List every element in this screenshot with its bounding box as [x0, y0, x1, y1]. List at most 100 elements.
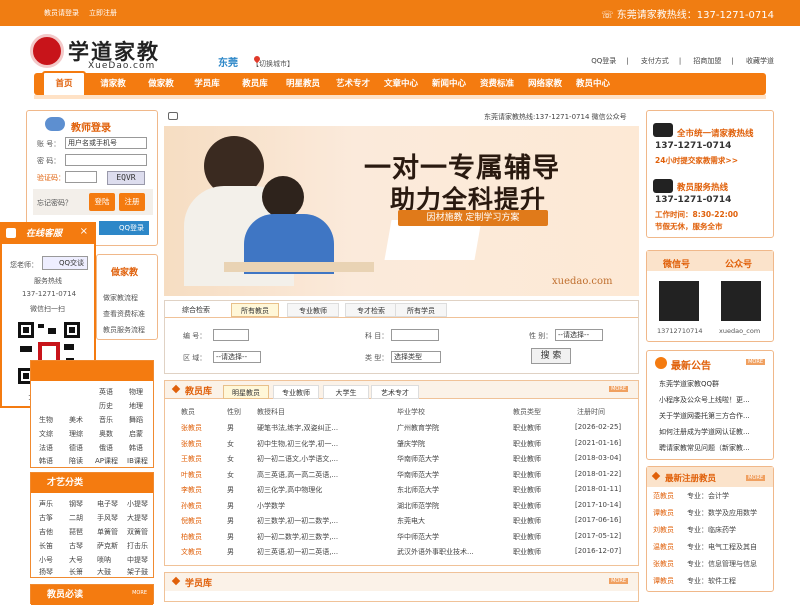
tab-all-teachers[interactable]: 所有教员 [231, 303, 279, 317]
teacher-name-link[interactable]: 柏教员 [181, 532, 221, 542]
subject-item[interactable]: 物理 [129, 387, 143, 397]
art-item[interactable]: 手风琴 [97, 513, 118, 523]
subject-item[interactable]: 法语 [39, 443, 53, 453]
wechat-tab[interactable]: 微信号 [663, 257, 690, 270]
nav-students[interactable]: 学员库 [184, 73, 230, 95]
area-select[interactable]: --请选择-- [213, 351, 261, 363]
teacher-tab-star[interactable]: 明星教员 [223, 385, 269, 399]
art-item[interactable]: 琵琶 [69, 527, 83, 537]
subject-item[interactable]: 历史 [99, 401, 113, 411]
teacher-name-link[interactable]: 叶教员 [181, 470, 221, 480]
captcha-input[interactable] [65, 171, 97, 183]
art-item[interactable]: 大提琴 [127, 513, 148, 523]
nav-teacher-center[interactable]: 教员中心 [568, 73, 618, 95]
new-teacher-name[interactable]: 温教员 [653, 542, 674, 552]
submit-request-link[interactable]: 24小时提交家教需求>> [655, 155, 738, 166]
site-logo[interactable]: 学道家教 XueDao.com [30, 34, 180, 74]
art-item[interactable]: 大号 [69, 555, 83, 565]
hero-banner[interactable]: 一对一专属辅导 助力全科提升 因材施教 定制学习方案 xuedao.com [164, 126, 639, 296]
news-item[interactable]: 聘请家教常见问题（新家教... [659, 443, 750, 453]
teacher-name-link[interactable]: 王教员 [181, 454, 221, 464]
tab-professional[interactable]: 专业教师 [287, 303, 339, 317]
subject-item[interactable]: 韩语 [39, 456, 53, 466]
type-select[interactable]: 选择类型 [391, 351, 441, 363]
nav-pricing[interactable]: 资费标准 [472, 73, 522, 95]
nav-home[interactable]: 首页 [42, 71, 86, 95]
art-item[interactable]: 长箫 [69, 567, 83, 577]
subject-item[interactable]: 启蒙 [129, 429, 143, 439]
student-more-link[interactable]: MORE [609, 578, 628, 584]
forgot-password-link[interactable]: 忘记密码？ [37, 198, 72, 208]
payment-link[interactable]: 支付方式 [641, 57, 669, 65]
subject-item[interactable]: 英语 [99, 387, 113, 397]
art-item[interactable]: 古琴 [69, 541, 83, 551]
nav-star-teachers[interactable]: 明星教员 [278, 73, 328, 95]
captcha-image[interactable]: EQVR [107, 171, 145, 185]
new-teachers-more[interactable]: MORE [746, 475, 765, 481]
register-link[interactable]: 立即注册 [89, 9, 117, 17]
subject-item[interactable]: 舞蹈 [129, 415, 143, 425]
bookmark-link[interactable]: 收藏学道 [746, 57, 774, 65]
subject-item[interactable]: 德语 [69, 443, 83, 453]
teacher-tab-art[interactable]: 艺术专才 [371, 385, 419, 399]
register-button[interactable]: 注册 [119, 193, 145, 211]
nav-news[interactable]: 新闻中心 [424, 73, 474, 95]
tutor-process-link[interactable]: 做家教流程 [103, 293, 138, 303]
must-read-more[interactable]: MORE [132, 590, 147, 596]
subject-item[interactable]: 生物 [39, 415, 53, 425]
art-item[interactable]: 架子鼓 [127, 567, 148, 577]
art-item[interactable]: 长笛 [39, 541, 53, 551]
password-input[interactable] [65, 154, 147, 166]
teacher-name-link[interactable]: 李教员 [181, 485, 221, 495]
new-teacher-name[interactable]: 谭教员 [653, 576, 674, 586]
teacher-name-link[interactable]: 孙教员 [181, 501, 221, 511]
qq-login-link[interactable]: QQ登录 [591, 57, 616, 65]
close-icon[interactable]: × [80, 226, 88, 237]
new-teacher-name[interactable]: 张教员 [653, 559, 674, 569]
art-item[interactable]: 打击乐 [127, 541, 148, 551]
nav-be-tutor[interactable]: 做家教 [138, 73, 184, 95]
nav-art-talent[interactable]: 艺术专才 [328, 73, 378, 95]
new-teacher-name[interactable]: 刘教员 [653, 525, 674, 535]
art-item[interactable]: 声乐 [39, 499, 53, 509]
subject-item[interactable]: 奥数 [99, 429, 113, 439]
id-input[interactable] [213, 329, 249, 341]
qq-login-button[interactable]: QQ登录 [99, 221, 149, 235]
art-item[interactable]: 电子琴 [97, 499, 118, 509]
nav-hire-tutor[interactable]: 请家教 [90, 73, 136, 95]
teacher-login-link[interactable]: 教员请登录 [44, 9, 79, 17]
subject-item[interactable]: 陪读 [69, 456, 83, 466]
tab-all-students[interactable]: 所有学员 [395, 303, 447, 317]
service-process-link[interactable]: 教员服务流程 [103, 325, 145, 335]
art-item[interactable]: 唢呐 [97, 555, 111, 565]
news-item[interactable]: 小程序及公众号上线啦！更... [659, 395, 750, 405]
teacher-tab-college[interactable]: 大学生 [323, 385, 369, 399]
teacher-name-link[interactable]: 张教员 [181, 423, 221, 433]
teacher-name-link[interactable]: 倪教员 [181, 516, 221, 526]
teacher-more-link[interactable]: MORE [609, 386, 628, 392]
new-teacher-name[interactable]: 谭教员 [653, 508, 674, 518]
subject-item[interactable]: 地理 [129, 401, 143, 411]
teacher-name-link[interactable]: 张教员 [181, 439, 221, 449]
subject-item[interactable]: 韩语 [129, 443, 143, 453]
subject-input[interactable] [391, 329, 439, 341]
tab-general-search[interactable]: 综合检索 [171, 303, 221, 317]
news-item[interactable]: 如何注册成为学道网认证教... [659, 427, 750, 437]
gender-select[interactable]: --请选择-- [555, 329, 603, 341]
qq-chat-button[interactable]: QQ交谈 [42, 256, 88, 270]
pricing-link[interactable]: 查看资费标准 [103, 309, 145, 319]
official-account-tab[interactable]: 公众号 [725, 257, 752, 270]
account-input[interactable]: 用户名或手机号 [65, 137, 147, 149]
nav-teachers[interactable]: 教员库 [232, 73, 278, 95]
art-item[interactable]: 小号 [39, 555, 53, 565]
art-item[interactable]: 大鼓 [97, 567, 111, 577]
franchise-link[interactable]: 招商加盟 [693, 57, 721, 65]
subject-item[interactable]: 文综 [39, 429, 53, 439]
nav-online-tutor[interactable]: 网络家教 [520, 73, 570, 95]
art-item[interactable]: 单簧管 [97, 527, 118, 537]
news-more-link[interactable]: MORE [746, 359, 765, 365]
art-item[interactable]: 钢琴 [69, 499, 83, 509]
teacher-tab-pro[interactable]: 专业教师 [273, 385, 319, 399]
news-item[interactable]: 关于学道网委托第三方合作... [659, 411, 750, 421]
art-item[interactable]: 二胡 [69, 513, 83, 523]
